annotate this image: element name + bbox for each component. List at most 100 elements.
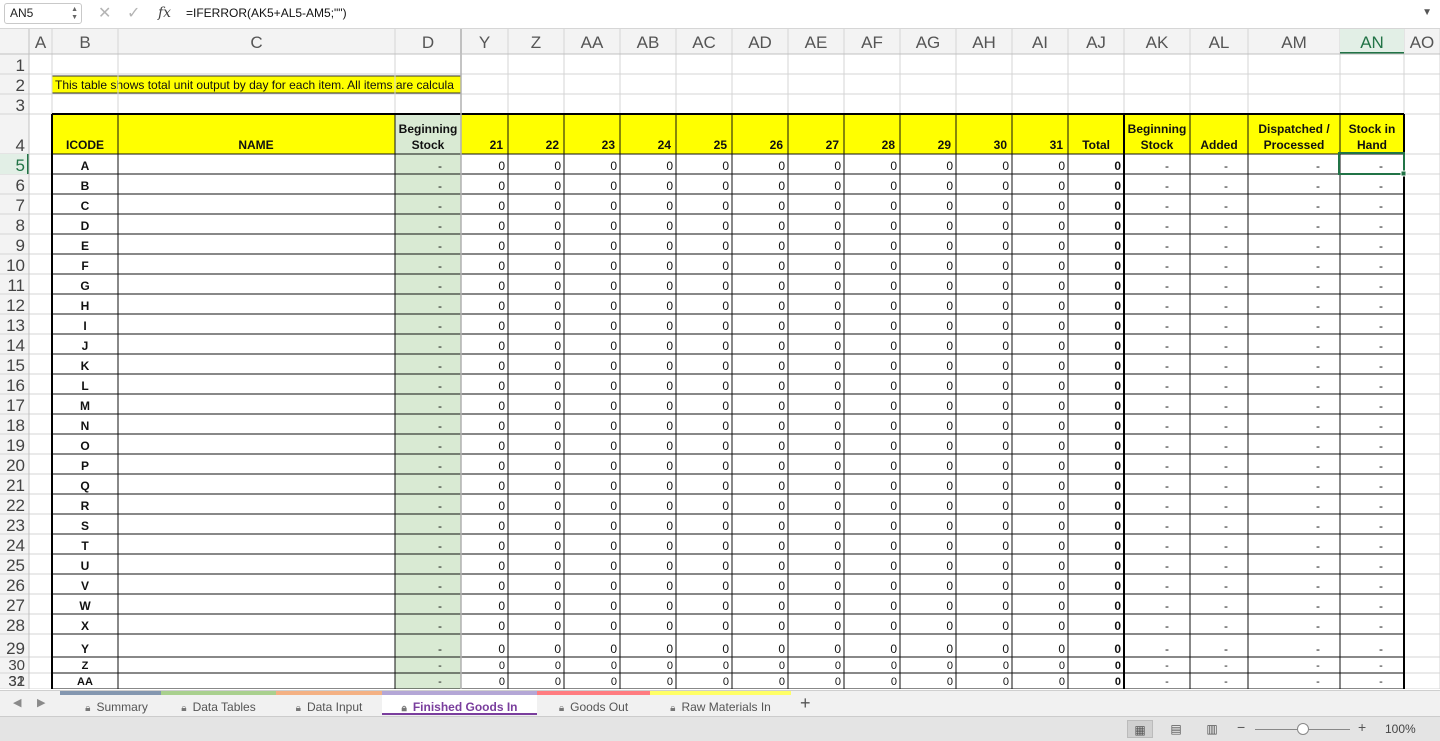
day-cell[interactable]: 0: [1058, 179, 1065, 193]
day-cell[interactable]: 0: [890, 379, 897, 393]
total-cell[interactable]: 0: [1114, 599, 1121, 613]
row-number-30[interactable]: 30: [8, 657, 25, 674]
day-cell[interactable]: 0: [1002, 479, 1009, 493]
beginning-stock-2-cell[interactable]: -: [1165, 179, 1169, 193]
day-cell[interactable]: 0: [722, 439, 729, 453]
total-cell[interactable]: 0: [1114, 299, 1121, 313]
icode-cell[interactable]: S: [81, 519, 89, 533]
day-cell[interactable]: 0: [666, 559, 673, 573]
beginning-stock-2-cell[interactable]: -: [1165, 479, 1169, 493]
dispatched-cell[interactable]: -: [1316, 179, 1320, 193]
day-cell[interactable]: 0: [890, 459, 897, 473]
day-cell[interactable]: 0: [834, 619, 841, 633]
row-number-1[interactable]: 1: [16, 56, 25, 75]
day-cell[interactable]: 0: [890, 279, 897, 293]
dispatched-cell[interactable]: -: [1316, 279, 1320, 293]
dispatched-cell[interactable]: -: [1316, 599, 1320, 613]
day-cell[interactable]: 0: [498, 159, 505, 173]
icode-cell[interactable]: K: [81, 359, 90, 373]
icode-cell[interactable]: D: [81, 219, 90, 233]
stock-in-hand-cell[interactable]: -: [1379, 339, 1383, 353]
day-cell[interactable]: 0: [946, 299, 953, 313]
added-cell[interactable]: -: [1224, 219, 1228, 233]
day-cell[interactable]: 0: [554, 579, 561, 593]
icode-cell[interactable]: M: [80, 399, 90, 413]
day-cell[interactable]: 0: [554, 559, 561, 573]
stock-in-hand-cell[interactable]: -: [1379, 559, 1383, 573]
stock-in-hand-cell[interactable]: -: [1379, 479, 1383, 493]
day-cell[interactable]: 0: [890, 299, 897, 313]
day-cell[interactable]: 0: [834, 179, 841, 193]
day-cell[interactable]: 0: [1002, 179, 1009, 193]
total-cell[interactable]: 0: [1114, 399, 1121, 413]
day-cell[interactable]: 0: [554, 319, 561, 333]
beginning-stock-cell[interactable]: -: [438, 399, 442, 413]
column-header-aj[interactable]: AJ: [1086, 33, 1106, 52]
sheet-tab-raw-materials-in[interactable]: 🔒︎ Raw Materials In: [650, 691, 791, 715]
total-cell[interactable]: 0: [1114, 619, 1121, 633]
day-cell[interactable]: 0: [666, 539, 673, 553]
day-cell[interactable]: 0: [722, 319, 729, 333]
dispatched-cell[interactable]: -: [1316, 399, 1320, 413]
column-header-aa[interactable]: AA: [581, 33, 604, 52]
day-cell[interactable]: 0: [610, 419, 617, 433]
day-cell[interactable]: 0: [498, 479, 505, 493]
added-cell[interactable]: -: [1224, 319, 1228, 333]
day-cell[interactable]: 0: [554, 259, 561, 273]
stock-in-hand-cell[interactable]: -: [1379, 459, 1383, 473]
row-number-24[interactable]: 24: [6, 536, 25, 555]
day-cell[interactable]: 0: [610, 499, 617, 513]
dispatched-cell[interactable]: -: [1316, 676, 1320, 688]
beginning-stock-cell[interactable]: -: [438, 599, 442, 613]
day-cell[interactable]: 0: [666, 259, 673, 273]
day-cell[interactable]: 0: [778, 299, 785, 313]
column-header-y[interactable]: Y: [479, 33, 490, 52]
day-cell[interactable]: 0: [778, 479, 785, 493]
day-cell[interactable]: 0: [498, 459, 505, 473]
day-cell[interactable]: 0: [946, 259, 953, 273]
day-cell[interactable]: 0: [610, 559, 617, 573]
day-cell[interactable]: 0: [890, 519, 897, 533]
column-header-am[interactable]: AM: [1281, 33, 1307, 52]
dispatched-cell[interactable]: -: [1316, 199, 1320, 213]
day-cell[interactable]: 0: [834, 419, 841, 433]
sheet-tab-finished-goods-in[interactable]: 🔒︎ Finished Goods In: [382, 691, 537, 715]
day-cell[interactable]: 0: [946, 599, 953, 613]
day-cell[interactable]: 0: [947, 660, 953, 672]
stock-in-hand-cell[interactable]: -: [1379, 676, 1383, 688]
day-cell[interactable]: 0: [778, 219, 785, 233]
beginning-stock-cell[interactable]: -: [438, 519, 442, 533]
day-cell[interactable]: 0: [554, 439, 561, 453]
column-header-ak[interactable]: AK: [1146, 33, 1169, 52]
day-cell[interactable]: 0: [610, 199, 617, 213]
day-cell[interactable]: 0: [554, 339, 561, 353]
added-cell[interactable]: -: [1224, 499, 1228, 513]
added-cell[interactable]: -: [1224, 199, 1228, 213]
row-number-25[interactable]: 25: [6, 556, 25, 575]
day-cell[interactable]: 0: [946, 279, 953, 293]
day-cell[interactable]: 0: [834, 439, 841, 453]
day-cell[interactable]: 0: [778, 559, 785, 573]
next-sheet-icon[interactable]: ▶: [37, 696, 45, 709]
day-cell[interactable]: 0: [498, 279, 505, 293]
beginning-stock-2-cell[interactable]: -: [1165, 439, 1169, 453]
row-number-5[interactable]: 5: [16, 156, 25, 175]
day-cell[interactable]: 0: [554, 539, 561, 553]
day-cell[interactable]: 0: [610, 399, 617, 413]
dispatched-cell[interactable]: -: [1316, 619, 1320, 633]
day-cell[interactable]: 0: [1058, 279, 1065, 293]
day-cell[interactable]: 0: [890, 499, 897, 513]
day-cell[interactable]: 0: [890, 642, 897, 656]
day-cell[interactable]: 0: [1002, 642, 1009, 656]
row-number-15[interactable]: 15: [6, 356, 25, 375]
cancel-icon[interactable]: ✕: [98, 3, 111, 23]
dispatched-cell[interactable]: -: [1316, 660, 1320, 672]
day-cell[interactable]: 0: [666, 279, 673, 293]
stock-in-hand-cell[interactable]: -: [1379, 619, 1383, 633]
dispatched-cell[interactable]: -: [1316, 299, 1320, 313]
dispatched-cell[interactable]: -: [1316, 219, 1320, 233]
day-cell[interactable]: 0: [834, 199, 841, 213]
day-cell[interactable]: 0: [890, 179, 897, 193]
day-cell[interactable]: 0: [946, 419, 953, 433]
sheet-tab-data-tables[interactable]: 🔒︎ Data Tables: [161, 691, 276, 715]
